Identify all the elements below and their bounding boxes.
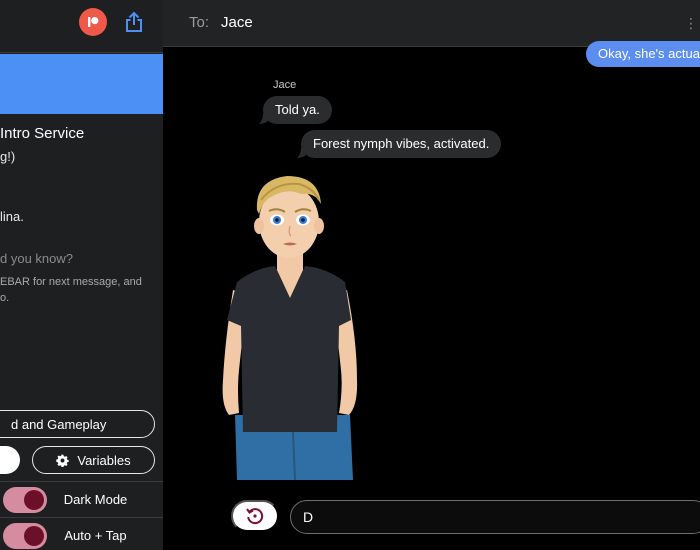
recipient-name: Jace <box>221 14 253 31</box>
toggle-knob <box>24 490 44 510</box>
chat-header: To: Jace ⋮ <box>163 0 700 47</box>
restart-icon <box>246 508 264 525</box>
to-label: To: <box>189 14 210 31</box>
dark-mode-toggle[interactable] <box>3 487 47 513</box>
auto-tap-toggle[interactable] <box>3 523 47 549</box>
sidebar: Intro Service g!) lina. d you know? EBAR… <box>0 0 163 550</box>
sent-message-bubble: Okay, she's actual <box>586 41 700 67</box>
sender-name: Jace <box>273 79 297 91</box>
did-you-know-heading: d you know? <box>0 251 73 266</box>
share-button[interactable] <box>122 9 146 35</box>
received-message-bubble: Told ya. <box>263 96 332 124</box>
toggle-knob <box>24 526 44 546</box>
auto-tap-label: Auto + Tap <box>64 528 127 543</box>
patreon-icon <box>88 17 99 27</box>
story-title: Intro Service <box>0 125 85 142</box>
story-subtitle: g!) <box>0 149 16 164</box>
dark-mode-row: Dark Mode <box>0 481 163 517</box>
info-icon[interactable]: ⋮ <box>684 15 698 32</box>
variables-button-label: Variables <box>77 452 131 468</box>
sidebar-toolbar <box>0 0 163 53</box>
tip-text-line-1: EBAR for next message, and <box>0 276 142 288</box>
chat-panel: To: Jace ⋮ Okay, she's actual Jace Told … <box>163 0 700 550</box>
received-message-bubble: Forest nymph vibes, activated. <box>301 130 502 158</box>
white-pill-button[interactable] <box>0 446 20 474</box>
dark-mode-label: Dark Mode <box>63 492 128 507</box>
tip-text-line-2: o. <box>0 292 10 304</box>
restart-button[interactable] <box>231 500 279 532</box>
variables-button[interactable]: Variables <box>32 446 155 474</box>
story-banner <box>0 54 163 114</box>
auto-tap-row: Auto + Tap <box>0 517 163 550</box>
background-and-gameplay-button[interactable]: d and Gameplay <box>0 410 155 438</box>
message-input[interactable] <box>290 500 700 534</box>
character-sprite <box>222 176 358 480</box>
gear-icon <box>56 453 70 467</box>
share-icon <box>126 11 142 32</box>
patreon-button[interactable] <box>79 8 107 36</box>
story-author: lina. <box>0 209 24 224</box>
